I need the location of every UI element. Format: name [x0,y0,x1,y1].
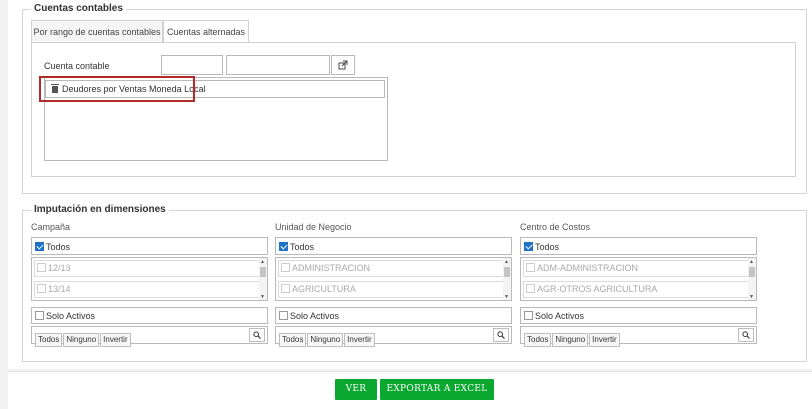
search-button[interactable] [493,328,509,342]
ninguno-button[interactable]: Ninguno [63,333,100,347]
dimension-centro-costos: Centro de Costos Todos ADM-ADMINISTRACIO… [520,222,757,347]
todos-box[interactable]: Todos [275,237,512,255]
invertir-button[interactable]: Invertir [589,333,620,347]
scroll-up-icon[interactable]: ▲ [504,259,509,265]
checkbox-icon [526,263,535,272]
solo-activos-label: Solo Activos [535,311,585,321]
search-button[interactable] [738,328,754,342]
actions-box: Todos Ninguno Invertir [31,326,268,347]
checkbox-icon [35,311,44,320]
scroll-up-icon[interactable]: ▲ [749,259,754,265]
solo-activos-box[interactable]: Solo Activos [31,307,268,324]
dimension-title: Unidad de Negocio [275,222,352,232]
options-list[interactable]: 12/13 13/14 ▲ ▼ [31,257,268,301]
list-item[interactable]: ADM-ADMINISTRACION [523,260,749,277]
dimension-unidad-negocio: Unidad de Negocio Todos ADMINISTRACION A… [275,222,512,347]
scroll-thumb[interactable] [749,267,755,277]
scroll-down-icon[interactable]: ▼ [749,294,754,300]
search-icon [497,331,505,339]
invertir-button[interactable]: Invertir [344,333,375,347]
list-item[interactable]: ADMINISTRACION [278,260,504,277]
select-buttons: Todos Ninguno Invertir [35,329,132,347]
option-label: ADMINISTRACION [292,263,371,273]
options-list[interactable]: ADMINISTRACION AGRICULTURA ▲ ▼ [275,257,512,301]
ninguno-button[interactable]: Ninguno [307,333,344,347]
list-item[interactable]: 12/13 [34,260,260,277]
solo-activos-checkbox[interactable]: Solo Activos [524,309,584,323]
solo-activos-box[interactable]: Solo Activos [275,307,512,324]
cuentas-contables-legend: Cuentas contables [31,3,126,14]
solo-activos-box[interactable]: Solo Activos [520,307,757,324]
scrollbar[interactable]: ▲ ▼ [259,258,267,300]
dimensiones-legend: Imputación en dimensiones [31,204,169,215]
select-buttons: Todos Ninguno Invertir [279,329,376,347]
dimension-title: Campaña [31,222,71,232]
external-link-icon [338,60,348,70]
option-label: AGRICULTURA [292,284,356,294]
todos-button[interactable]: Todos [524,333,552,347]
ninguno-button[interactable]: Ninguno [552,333,589,347]
tab-por-rango[interactable]: Por rango de cuentas contables [31,20,163,42]
option-label: AGR-OTROS AGRICULTURA [537,284,658,294]
option-label: 12/13 [48,263,71,273]
options-list[interactable]: ADM-ADMINISTRACION AGR-OTROS AGRICULTURA… [520,257,757,301]
checkbox-checked-icon [524,242,533,251]
actions-box: Todos Ninguno Invertir [520,326,757,347]
todos-checkbox[interactable]: Todos [35,240,70,254]
list-item[interactable]: AGR-OTROS AGRICULTURA [523,281,749,298]
checkbox-icon [37,284,46,293]
todos-label: Todos [290,242,315,252]
solo-activos-label: Solo Activos [290,311,340,321]
todos-button[interactable]: Todos [279,333,307,347]
checkbox-icon [279,311,288,320]
search-button[interactable] [249,328,265,342]
checkbox-checked-icon [279,242,288,251]
solo-activos-checkbox[interactable]: Solo Activos [35,309,95,323]
list-item[interactable]: 13/14 [34,281,260,298]
list-item[interactable]: AGRICULTURA [278,281,504,298]
checkbox-checked-icon [35,242,44,251]
dimension-title: Centro de Costos [520,222,591,232]
cuenta-contable-label: Cuenta contable [44,61,110,71]
scroll-down-icon[interactable]: ▼ [504,294,509,300]
todos-label: Todos [535,242,560,252]
checkbox-icon [281,284,290,293]
open-account-picker-button[interactable] [331,55,355,75]
tab-cuentas-alternadas[interactable]: Cuentas alternadas [163,20,249,43]
cuenta-name-input[interactable] [226,55,330,75]
todos-box[interactable]: Todos [520,237,757,255]
scrollbar[interactable]: ▲ ▼ [503,258,511,300]
dimension-campana: Campaña Todos 12/13 13/14 ▲ ▼ Solo Activo… [31,222,268,347]
invertir-button[interactable]: Invertir [100,333,131,347]
ver-button[interactable]: VER [335,379,377,400]
checkbox-icon [524,311,533,320]
todos-label: Todos [46,242,71,252]
scrollbar[interactable]: ▲ ▼ [748,258,756,300]
scroll-thumb[interactable] [260,267,266,277]
option-label: ADM-ADMINISTRACION [537,263,638,273]
solo-activos-checkbox[interactable]: Solo Activos [279,309,339,323]
checkbox-icon [37,263,46,272]
scroll-down-icon[interactable]: ▼ [260,294,265,300]
checkbox-icon [281,263,290,272]
todos-button[interactable]: Todos [35,333,63,347]
scroll-up-icon[interactable]: ▲ [260,259,265,265]
search-icon [742,331,750,339]
todos-checkbox[interactable]: Todos [279,240,314,254]
todos-box[interactable]: Todos [31,237,268,255]
todos-checkbox[interactable]: Todos [524,240,559,254]
solo-activos-label: Solo Activos [46,311,96,321]
exportar-excel-button[interactable]: EXPORTAR A EXCEL [380,379,494,400]
scroll-thumb[interactable] [504,267,510,277]
cuenta-code-input[interactable] [161,55,223,75]
actions-box: Todos Ninguno Invertir [275,326,512,347]
option-label: 13/14 [48,284,71,294]
search-icon [253,331,261,339]
highlight-box [39,76,195,102]
select-buttons: Todos Ninguno Invertir [524,329,621,347]
checkbox-icon [526,284,535,293]
